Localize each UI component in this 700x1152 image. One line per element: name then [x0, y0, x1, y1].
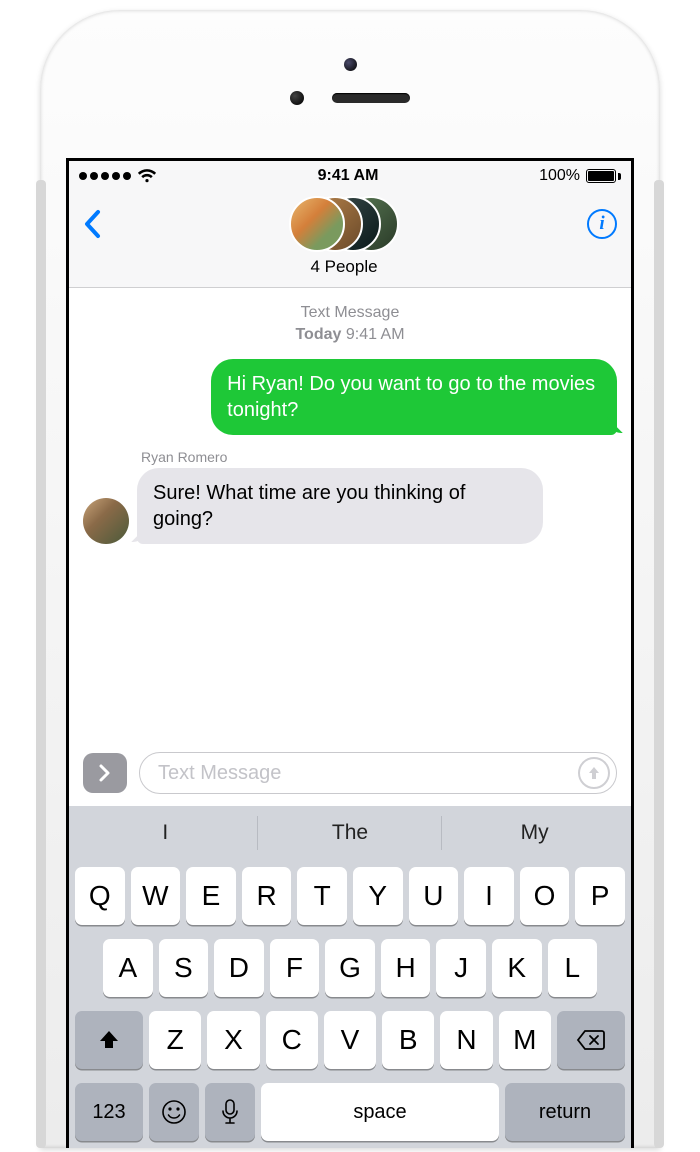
- nav-header: 4 People i: [69, 191, 631, 288]
- battery-percent: 100%: [539, 167, 580, 185]
- key-y[interactable]: Y: [353, 867, 403, 925]
- sender-name-label: Ryan Romero: [141, 449, 617, 465]
- key-row: Q W E R T Y U I O P: [73, 860, 627, 932]
- front-camera: [344, 58, 357, 71]
- back-button[interactable]: [83, 195, 101, 239]
- dictation-key[interactable]: [205, 1083, 255, 1141]
- key-row: Z X C V B N M: [73, 1004, 627, 1076]
- phone-edge: [36, 180, 46, 1148]
- key-p[interactable]: P: [575, 867, 625, 925]
- input-placeholder: Text Message: [158, 762, 281, 785]
- outgoing-message-bubble[interactable]: Hi Ryan! Do you want to go to the movies…: [211, 359, 617, 435]
- phone-frame: 9:41 AM 100% 4 People: [40, 10, 660, 1148]
- return-key[interactable]: return: [505, 1083, 625, 1141]
- message-input-row: Text Message: [69, 746, 631, 806]
- earpiece-speaker: [332, 93, 410, 103]
- phone-edge: [654, 180, 664, 1148]
- prediction-suggestion[interactable]: The: [258, 806, 443, 860]
- key-z[interactable]: Z: [149, 1011, 201, 1069]
- key-o[interactable]: O: [520, 867, 570, 925]
- key-j[interactable]: J: [436, 939, 486, 997]
- key-row: A S D F G H J K L: [73, 932, 627, 1004]
- key-f[interactable]: F: [270, 939, 320, 997]
- proximity-sensor: [290, 91, 304, 105]
- status-time: 9:41 AM: [318, 167, 379, 185]
- key-b[interactable]: B: [382, 1011, 434, 1069]
- key-r[interactable]: R: [242, 867, 292, 925]
- avatar: [289, 196, 345, 252]
- numbers-key[interactable]: 123: [75, 1083, 143, 1141]
- key-t[interactable]: T: [297, 867, 347, 925]
- signal-strength-icon: [79, 172, 131, 180]
- group-avatar-stack[interactable]: [289, 195, 399, 253]
- emoji-key[interactable]: [149, 1083, 199, 1141]
- key-h[interactable]: H: [381, 939, 431, 997]
- key-d[interactable]: D: [214, 939, 264, 997]
- keyboard: I The My Q W E R T Y U I O P A S D F: [69, 806, 631, 1148]
- key-e[interactable]: E: [186, 867, 236, 925]
- screen: 9:41 AM 100% 4 People: [66, 158, 634, 1148]
- key-m[interactable]: M: [499, 1011, 551, 1069]
- prediction-suggestion[interactable]: My: [442, 806, 627, 860]
- thread-timestamp: Text Message Today 9:41 AM: [83, 302, 617, 345]
- message-text-input[interactable]: Text Message: [139, 752, 617, 794]
- backspace-key[interactable]: [557, 1011, 625, 1069]
- key-a[interactable]: A: [103, 939, 153, 997]
- status-bar: 9:41 AM 100%: [69, 161, 631, 191]
- key-q[interactable]: Q: [75, 867, 125, 925]
- shift-key[interactable]: [75, 1011, 143, 1069]
- key-s[interactable]: S: [159, 939, 209, 997]
- key-c[interactable]: C: [266, 1011, 318, 1069]
- prediction-bar: I The My: [73, 806, 627, 860]
- key-l[interactable]: L: [548, 939, 598, 997]
- key-v[interactable]: V: [324, 1011, 376, 1069]
- sender-avatar[interactable]: [83, 498, 129, 544]
- key-k[interactable]: K: [492, 939, 542, 997]
- key-n[interactable]: N: [440, 1011, 492, 1069]
- key-x[interactable]: X: [207, 1011, 259, 1069]
- key-row: 123 space return: [73, 1076, 627, 1148]
- phone-hardware: [66, 36, 634, 158]
- battery-icon: [586, 169, 621, 183]
- key-i[interactable]: I: [464, 867, 514, 925]
- send-button[interactable]: [578, 757, 610, 789]
- conversation-title: 4 People: [310, 257, 377, 277]
- apps-button[interactable]: [83, 753, 127, 793]
- conversation-area[interactable]: Text Message Today 9:41 AM Hi Ryan! Do y…: [69, 288, 631, 746]
- key-g[interactable]: G: [325, 939, 375, 997]
- space-key[interactable]: space: [261, 1083, 499, 1141]
- info-icon: i: [587, 209, 617, 239]
- key-u[interactable]: U: [409, 867, 459, 925]
- info-button[interactable]: i: [587, 195, 617, 239]
- key-w[interactable]: W: [131, 867, 181, 925]
- wifi-icon: [137, 169, 157, 183]
- incoming-message-bubble[interactable]: Sure! What time are you thinking of goin…: [137, 468, 543, 544]
- prediction-suggestion[interactable]: I: [73, 806, 258, 860]
